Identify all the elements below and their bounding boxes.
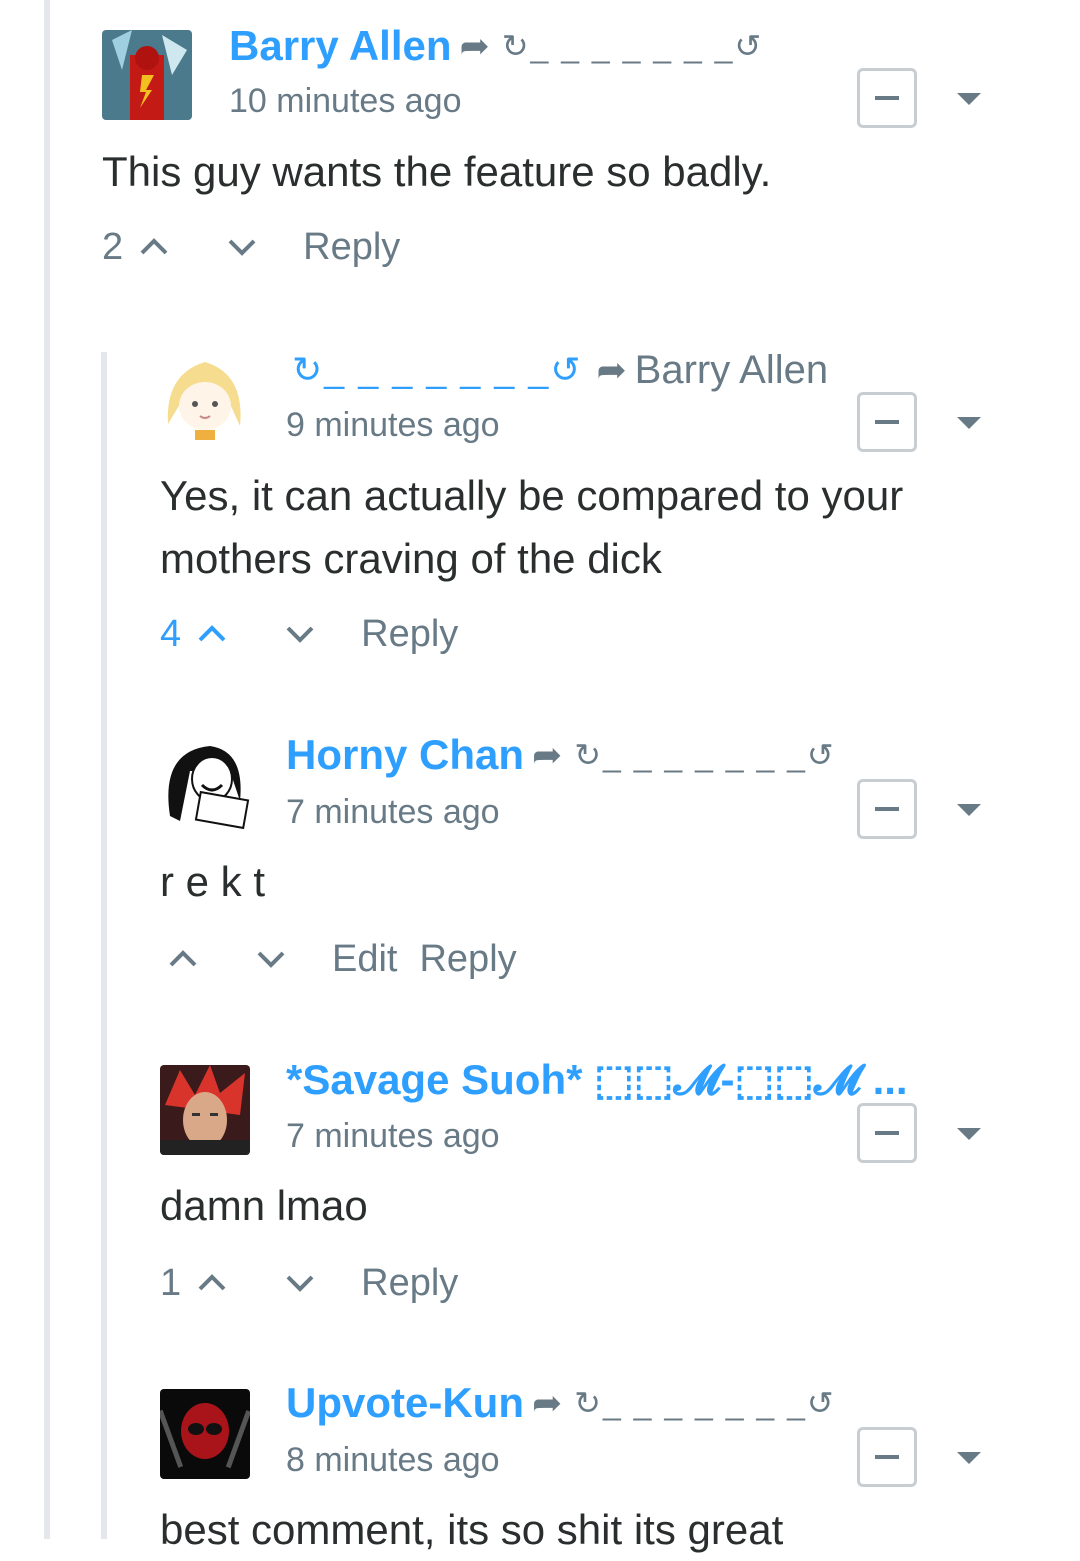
reply-link[interactable]: Reply	[361, 613, 458, 656]
minus-icon	[875, 420, 899, 424]
thread-line	[44, 0, 50, 1539]
caret-down-icon[interactable]	[957, 1452, 981, 1464]
minus-icon	[875, 1455, 899, 1459]
timestamp[interactable]: 7 minutes ago	[286, 793, 500, 832]
collapse-button[interactable]	[857, 392, 917, 452]
author-name[interactable]: ↻_ _ _ _ _ _ _↺	[292, 349, 583, 391]
collapse-button[interactable]	[857, 1103, 917, 1163]
chevron-up-icon[interactable]	[197, 622, 227, 646]
chevron-down-icon[interactable]	[285, 622, 315, 646]
reply-link[interactable]: Reply	[303, 226, 400, 269]
author-name[interactable]: *Savage Suoh* ⬚⬚𝓜-⬚⬚𝓜 ...	[286, 1055, 908, 1105]
author-suffix: ↻_ _ _ _ _ _ _↺	[574, 1385, 836, 1421]
timestamp[interactable]: 8 minutes ago	[286, 1441, 500, 1480]
vote-count: 2	[102, 225, 124, 268]
reply-thread-line	[101, 352, 107, 1539]
avatar[interactable]	[160, 741, 250, 831]
chevron-up-icon[interactable]	[168, 947, 198, 971]
author-name[interactable]: Horny Chan	[286, 731, 524, 779]
caret-down-icon[interactable]	[957, 804, 981, 816]
vote-count: 4	[160, 612, 182, 655]
chevron-down-icon[interactable]	[285, 1271, 315, 1295]
avatar[interactable]	[160, 1065, 250, 1155]
timestamp[interactable]: 10 minutes ago	[229, 82, 462, 121]
minus-icon	[875, 96, 899, 100]
vote-count: 1	[160, 1261, 182, 1304]
comment-text: r e k t	[160, 858, 266, 905]
minus-icon	[875, 807, 899, 811]
collapse-button[interactable]	[857, 1427, 917, 1487]
avatar[interactable]	[160, 354, 250, 444]
avatar[interactable]	[160, 1389, 250, 1479]
chevron-down-icon[interactable]	[227, 235, 257, 259]
caret-down-icon[interactable]	[957, 417, 981, 429]
author-name[interactable]: Barry Allen	[229, 22, 452, 70]
chevron-up-icon[interactable]	[139, 235, 169, 259]
author-suffix: ↻_ _ _ _ _ _ _↺	[501, 28, 764, 64]
chevron-up-icon[interactable]	[197, 1271, 227, 1295]
avatar[interactable]	[102, 30, 192, 120]
share-arrow-icon: ➦	[459, 25, 490, 66]
timestamp[interactable]: 9 minutes ago	[286, 406, 500, 445]
share-arrow-icon: ➦	[532, 734, 563, 775]
minus-icon	[875, 1131, 899, 1135]
author-suffix: ↻_ _ _ _ _ _ _↺	[574, 737, 836, 773]
timestamp[interactable]: 7 minutes ago	[286, 1117, 500, 1156]
share-arrow-icon: ➦	[531, 1382, 563, 1423]
caret-down-icon[interactable]	[957, 1128, 981, 1140]
edit-link[interactable]: Edit	[332, 938, 397, 981]
chevron-down-icon[interactable]	[256, 947, 286, 971]
comment-text: This guy wants the feature so badly.	[102, 148, 772, 195]
reply-link[interactable]: Reply	[361, 1262, 458, 1305]
collapse-button[interactable]	[857, 779, 917, 839]
comment-text: Yes, it can actually be compared to your…	[160, 472, 904, 582]
share-arrow-icon: ➦	[596, 349, 627, 390]
author-name[interactable]: Upvote-Kun	[286, 1379, 524, 1427]
reply-link[interactable]: Reply	[419, 938, 516, 981]
comment-text: best comment, its so shit its great	[160, 1506, 784, 1553]
caret-down-icon[interactable]	[957, 93, 981, 105]
reply-to-name[interactable]: Barry Allen	[635, 348, 828, 393]
collapse-button[interactable]	[857, 68, 917, 128]
comment-text: damn lmao	[160, 1182, 368, 1229]
